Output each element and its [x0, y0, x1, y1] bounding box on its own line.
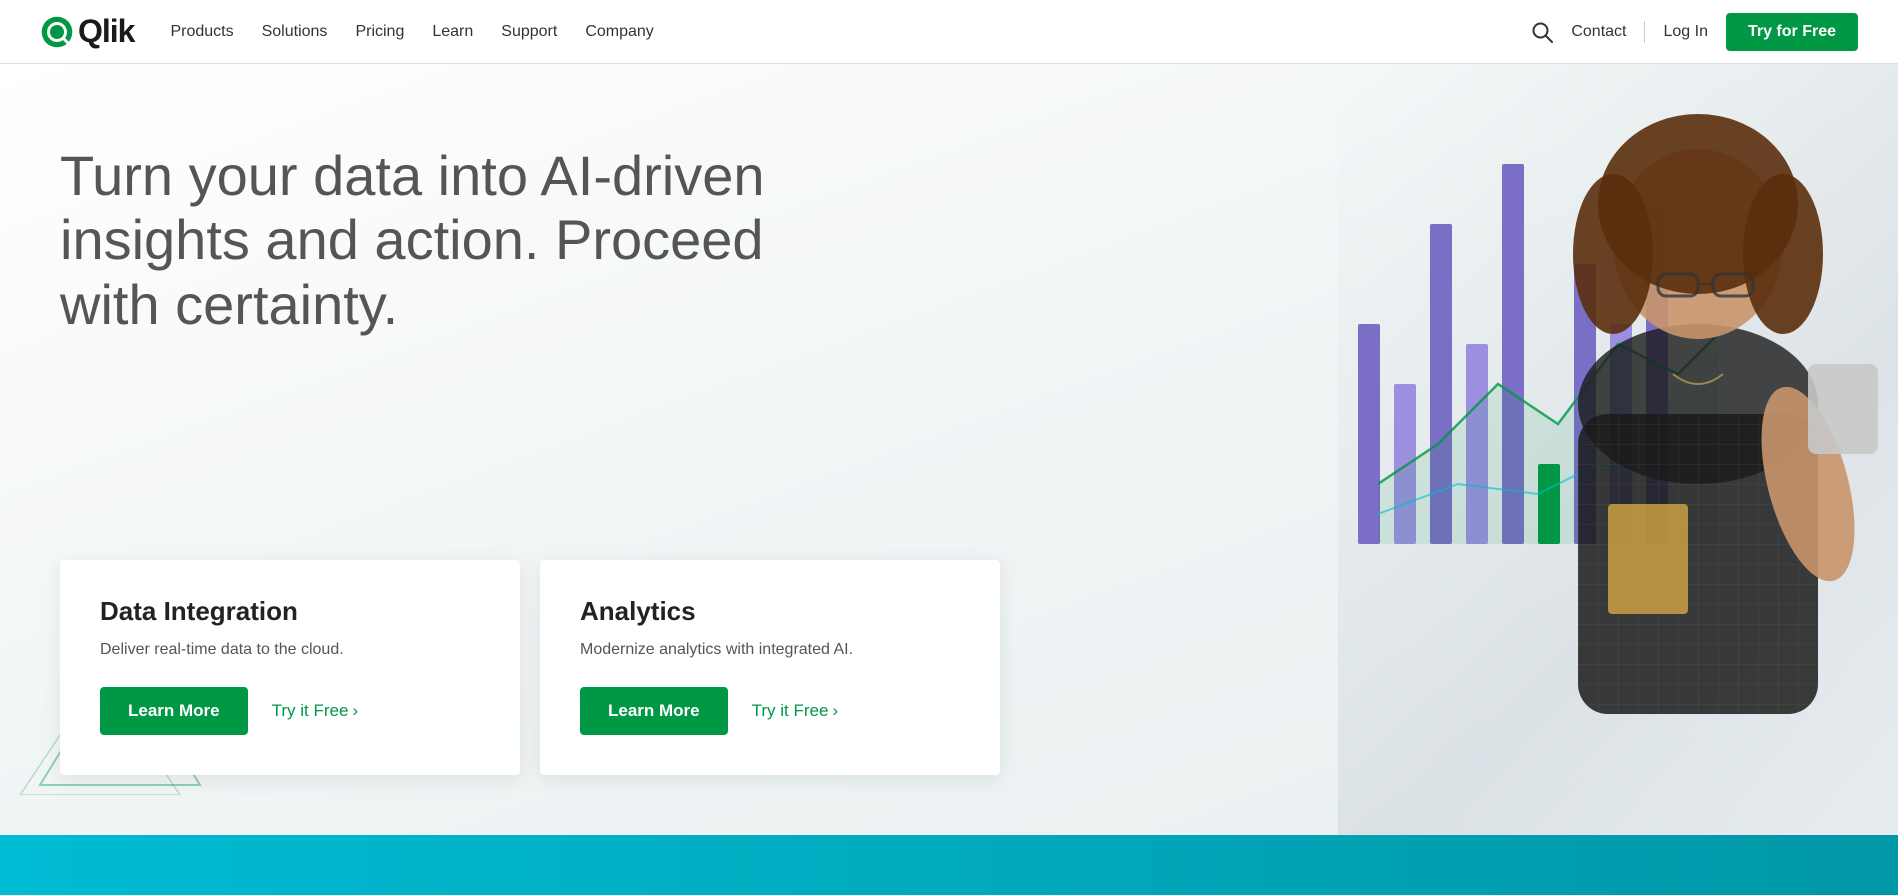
- nav-company[interactable]: Company: [585, 23, 653, 41]
- analytics-learn-more[interactable]: Learn More: [580, 687, 728, 735]
- data-integration-card: Data Integration Deliver real-time data …: [60, 560, 520, 775]
- logo[interactable]: Qlik: [40, 13, 134, 50]
- nav-learn[interactable]: Learn: [432, 23, 473, 41]
- header-divider: [1644, 21, 1645, 43]
- site-header: Qlik Products Solutions Pricing Learn Su…: [0, 0, 1898, 64]
- cards-section: Data Integration Deliver real-time data …: [60, 560, 1000, 775]
- hero-content: Turn your data into AI-driven insights a…: [0, 64, 900, 337]
- login-link[interactable]: Log In: [1663, 23, 1707, 41]
- person-silhouette: [1318, 84, 1898, 844]
- qlik-logo-icon: [40, 15, 74, 49]
- analytics-desc: Modernize analytics with integrated AI.: [580, 641, 960, 659]
- chevron-right-icon-2: ›: [832, 701, 838, 721]
- contact-link[interactable]: Contact: [1571, 23, 1626, 41]
- nav-products[interactable]: Products: [170, 23, 233, 41]
- search-button[interactable]: [1531, 21, 1553, 43]
- try-free-button[interactable]: Try for Free: [1726, 13, 1858, 51]
- hero-image-area: [854, 64, 1898, 895]
- header-right: Contact Log In Try for Free: [1531, 13, 1858, 51]
- nav-support[interactable]: Support: [501, 23, 557, 41]
- analytics-try-free[interactable]: Try it Free ›: [752, 701, 839, 721]
- nav-pricing[interactable]: Pricing: [355, 23, 404, 41]
- data-integration-learn-more[interactable]: Learn More: [100, 687, 248, 735]
- analytics-title: Analytics: [580, 596, 960, 627]
- chevron-right-icon: ›: [352, 701, 358, 721]
- main-nav: Products Solutions Pricing Learn Support…: [170, 23, 653, 41]
- logo-text: Qlik: [78, 13, 134, 50]
- data-integration-try-free[interactable]: Try it Free ›: [272, 701, 359, 721]
- data-integration-desc: Deliver real-time data to the cloud.: [100, 641, 480, 659]
- hero-headline: Turn your data into AI-driven insights a…: [60, 144, 840, 337]
- bottom-strip: [0, 835, 1898, 895]
- analytics-card: Analytics Modernize analytics with integ…: [540, 560, 1000, 775]
- nav-solutions[interactable]: Solutions: [262, 23, 328, 41]
- data-integration-actions: Learn More Try it Free ›: [100, 687, 480, 735]
- header-left: Qlik Products Solutions Pricing Learn Su…: [40, 13, 654, 50]
- data-integration-title: Data Integration: [100, 596, 480, 627]
- analytics-actions: Learn More Try it Free ›: [580, 687, 960, 735]
- hero-section: Turn your data into AI-driven insights a…: [0, 64, 1898, 895]
- search-icon: [1531, 21, 1553, 43]
